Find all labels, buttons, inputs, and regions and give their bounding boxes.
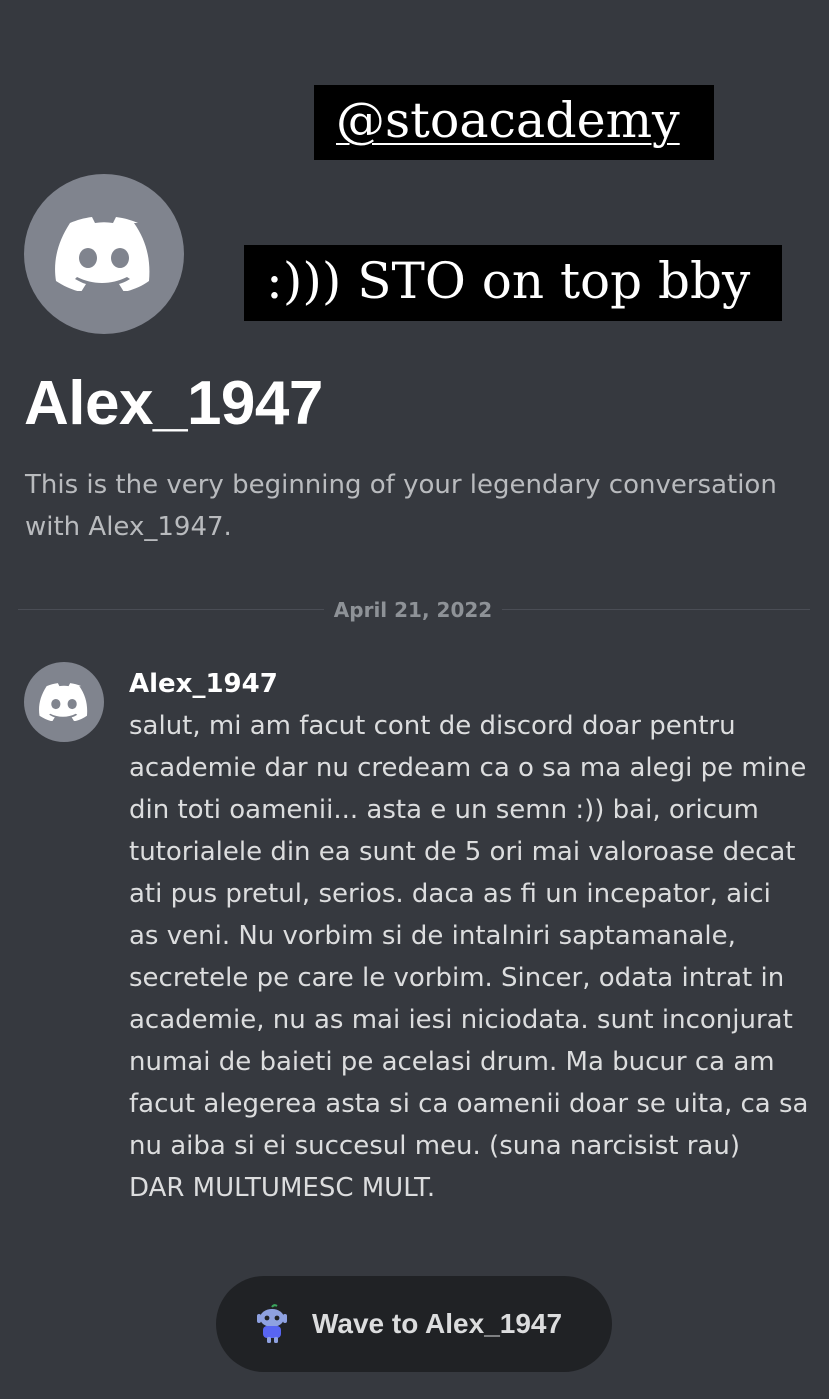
- wumpus-wave-icon: [257, 1304, 287, 1343]
- message-text: salut, mi am facut cont de discord doar …: [129, 711, 809, 1203]
- discord-logo-icon: [39, 683, 88, 721]
- discord-logo-icon: [55, 217, 150, 291]
- message-author[interactable]: Alex_1947: [129, 664, 278, 704]
- date-divider-left: [18, 609, 324, 610]
- handle-text: @stoacademy: [336, 92, 680, 149]
- date-divider-right: [502, 609, 810, 610]
- date-divider-label: April 21, 2022: [333, 598, 493, 622]
- caption-text: :))) STO on top bby: [266, 252, 751, 310]
- message-avatar[interactable]: [24, 662, 104, 742]
- wave-button-label: Wave to Alex_1947: [312, 1308, 563, 1339]
- handle-sticker: @stoacademy: [314, 85, 714, 160]
- profile-avatar[interactable]: [24, 174, 184, 334]
- conversation-intro: This is the very beginning of your legen…: [25, 470, 777, 542]
- caption-sticker: :))) STO on top bby: [244, 245, 782, 321]
- wave-button[interactable]: Wave to Alex_1947: [216, 1276, 612, 1372]
- profile-name: Alex_1947: [24, 369, 323, 438]
